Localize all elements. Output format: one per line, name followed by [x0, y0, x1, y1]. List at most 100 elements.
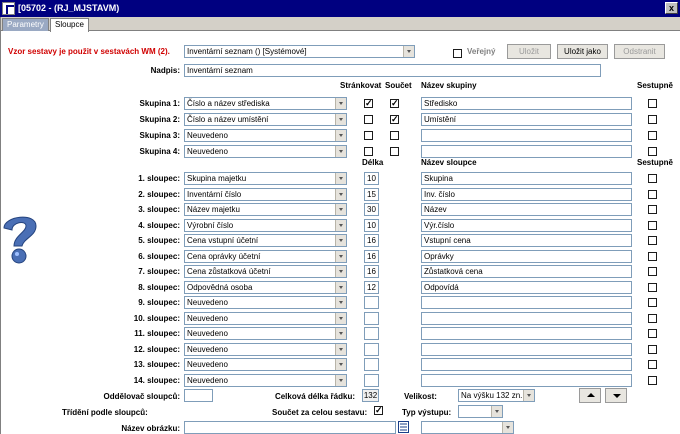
save-button[interactable]: Uložit — [507, 44, 551, 59]
column-desc-checkbox[interactable] — [648, 298, 657, 307]
group-select[interactable]: Číslo a název střediska — [184, 97, 347, 110]
column-select[interactable]: Inventární číslo — [184, 187, 347, 201]
column-desc-checkbox[interactable] — [648, 205, 657, 214]
separator-input[interactable] — [184, 389, 213, 402]
chevron-down-icon[interactable] — [335, 359, 346, 370]
column-length-input[interactable]: 10 — [364, 172, 379, 185]
column-desc-checkbox[interactable] — [648, 251, 657, 261]
public-checkbox[interactable] — [453, 49, 462, 58]
chevron-down-icon[interactable] — [335, 343, 346, 355]
column-select[interactable]: Neuvedeno — [184, 358, 347, 371]
column-length-input[interactable]: 10 — [364, 218, 379, 232]
column-desc-checkbox[interactable] — [648, 267, 657, 276]
column-name-input[interactable]: Skupina — [421, 172, 632, 185]
column-name-input[interactable] — [421, 296, 632, 309]
group-paging-checkbox[interactable]: ✓ — [364, 99, 373, 108]
column-name-input[interactable] — [421, 358, 632, 371]
chevron-down-icon[interactable] — [335, 130, 346, 141]
output-type-select[interactable] — [458, 405, 503, 418]
column-select[interactable]: Cena zůstatková účetní — [184, 265, 347, 278]
chevron-down-icon[interactable] — [335, 250, 346, 262]
column-select[interactable]: Neuvedeno — [184, 296, 347, 309]
column-desc-checkbox[interactable] — [648, 189, 657, 199]
group-select[interactable]: Neuvedeno — [184, 145, 347, 158]
column-name-input[interactable]: Název — [421, 203, 632, 216]
column-name-input[interactable] — [421, 311, 632, 325]
column-desc-checkbox[interactable] — [648, 174, 657, 183]
chevron-down-icon[interactable] — [335, 114, 346, 125]
column-select[interactable]: Neuvedeno — [184, 327, 347, 340]
sum-all-checkbox[interactable]: ✓ — [374, 406, 383, 415]
delete-button[interactable]: Odstranit — [614, 44, 665, 59]
chevron-down-icon[interactable] — [335, 219, 346, 231]
list-icon[interactable] — [398, 421, 409, 433]
group-name-input[interactable]: Umístění — [421, 113, 632, 126]
group-select[interactable]: Neuvedeno — [184, 129, 347, 142]
column-length-input[interactable] — [364, 358, 379, 371]
chevron-down-icon[interactable] — [335, 266, 346, 277]
group-desc-checkbox[interactable] — [648, 115, 657, 124]
column-length-input[interactable] — [364, 311, 379, 325]
tab-sloupce[interactable]: Sloupce — [50, 18, 89, 32]
column-name-input[interactable] — [421, 342, 632, 356]
column-select[interactable]: Cena oprávky účetní — [184, 249, 347, 263]
group-sum-checkbox[interactable]: ✓ — [390, 99, 399, 108]
column-name-input[interactable]: Výr.číslo — [421, 218, 632, 232]
tab-parametry[interactable]: Parametry — [2, 18, 49, 31]
chevron-down-icon[interactable] — [523, 390, 534, 401]
column-desc-checkbox[interactable] — [648, 360, 657, 369]
column-length-input[interactable]: 12 — [364, 280, 379, 294]
column-length-input[interactable] — [364, 342, 379, 356]
column-desc-checkbox[interactable] — [648, 313, 657, 323]
chevron-down-icon[interactable] — [335, 374, 346, 386]
group-name-input[interactable] — [421, 129, 632, 142]
column-select[interactable]: Cena vstupní účetní — [184, 234, 347, 247]
column-length-input[interactable] — [364, 296, 379, 309]
chevron-down-icon[interactable] — [335, 146, 346, 157]
sort-value[interactable] — [184, 405, 264, 418]
column-select[interactable]: Neuvedeno — [184, 311, 347, 325]
column-name-input[interactable] — [421, 327, 632, 340]
group-name-input[interactable] — [421, 145, 632, 158]
column-length-input[interactable]: 16 — [364, 234, 379, 247]
group-paging-checkbox[interactable] — [364, 147, 373, 156]
column-name-input[interactable]: Oprávky — [421, 249, 632, 263]
group-sum-checkbox[interactable]: ✓ — [390, 115, 399, 124]
move-up-button[interactable] — [579, 388, 601, 403]
chevron-down-icon[interactable] — [335, 204, 346, 215]
column-select[interactable]: Název majetku — [184, 203, 347, 216]
column-length-input[interactable]: 15 — [364, 187, 379, 201]
image-extra-select[interactable] — [421, 421, 514, 434]
chevron-down-icon[interactable] — [403, 46, 414, 57]
column-name-input[interactable]: Vstupní cena — [421, 234, 632, 247]
group-paging-checkbox[interactable] — [364, 131, 373, 140]
group-sum-checkbox[interactable] — [390, 147, 399, 156]
column-desc-checkbox[interactable] — [648, 220, 657, 230]
column-name-input[interactable] — [421, 373, 632, 387]
image-input[interactable] — [184, 421, 396, 434]
column-select[interactable]: Neuvedeno — [184, 342, 347, 356]
column-length-input[interactable]: 30 — [364, 203, 379, 216]
help-icon[interactable] — [0, 210, 40, 266]
chevron-down-icon[interactable] — [335, 173, 346, 184]
column-desc-checkbox[interactable] — [648, 329, 657, 338]
group-paging-checkbox[interactable] — [364, 115, 373, 124]
column-desc-checkbox[interactable] — [648, 236, 657, 245]
group-desc-checkbox[interactable] — [648, 99, 657, 108]
chevron-down-icon[interactable] — [335, 98, 346, 109]
column-select[interactable]: Odpovědná osoba — [184, 280, 347, 294]
chevron-down-icon[interactable] — [335, 312, 346, 324]
column-length-input[interactable] — [364, 327, 379, 340]
column-select[interactable]: Výrobní číslo — [184, 218, 347, 232]
save-as-button[interactable]: Uložit jako — [557, 44, 608, 59]
chevron-down-icon[interactable] — [335, 235, 346, 246]
move-down-button[interactable] — [605, 388, 627, 403]
group-sum-checkbox[interactable] — [390, 131, 399, 140]
group-desc-checkbox[interactable] — [648, 131, 657, 140]
column-select[interactable]: Skupina majetku — [184, 172, 347, 185]
column-name-input[interactable]: Inv. číslo — [421, 187, 632, 201]
column-name-input[interactable]: Odpovídá — [421, 280, 632, 294]
column-desc-checkbox[interactable] — [648, 375, 657, 385]
group-desc-checkbox[interactable] — [648, 147, 657, 156]
chevron-down-icon[interactable] — [335, 281, 346, 293]
